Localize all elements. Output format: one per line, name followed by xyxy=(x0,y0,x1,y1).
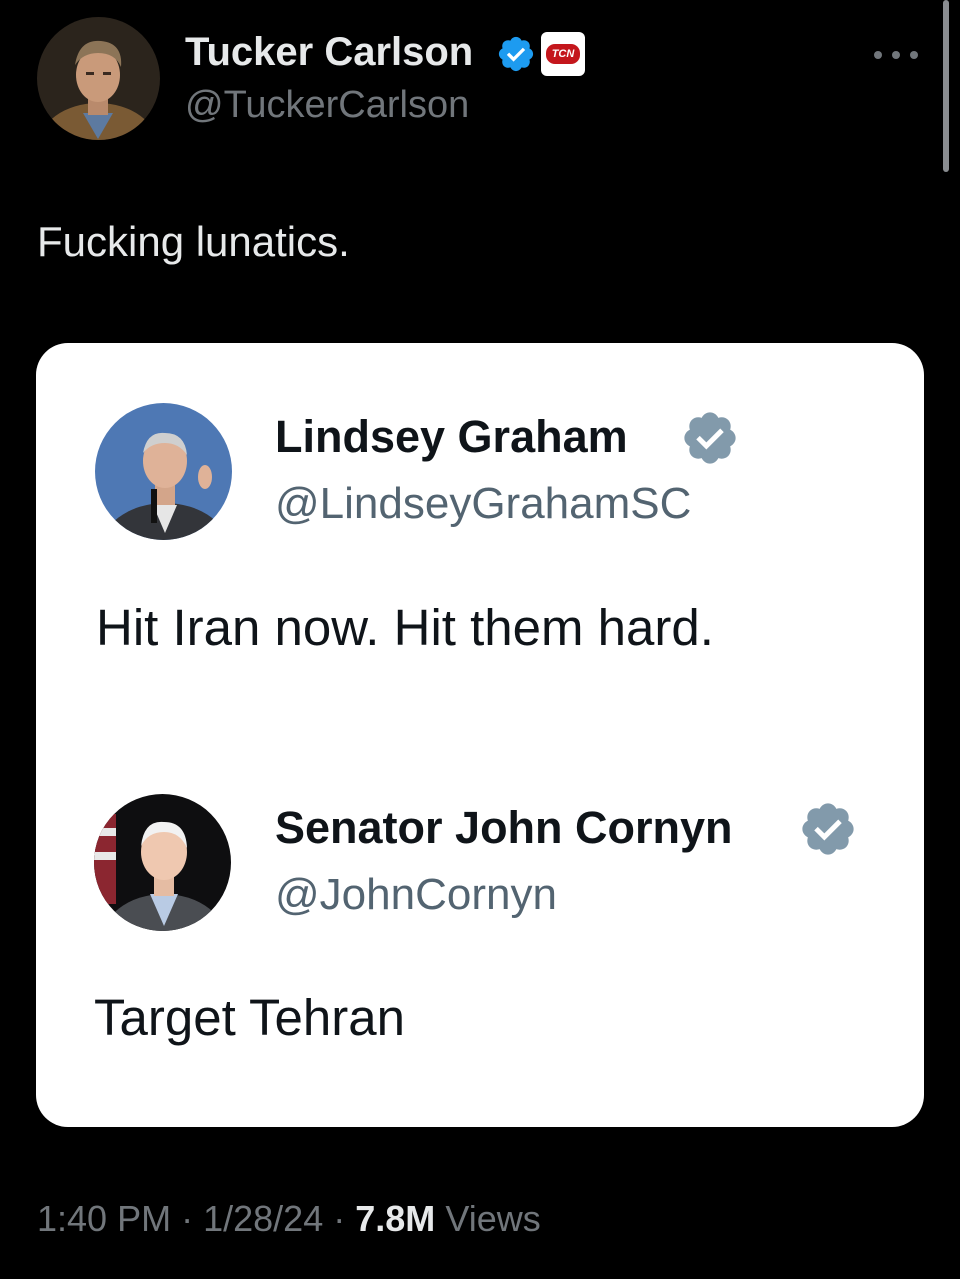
scrollbar[interactable] xyxy=(943,0,949,172)
tweet-text: Fucking lunatics. xyxy=(37,218,350,265)
quoted-handle: @LindseyGrahamSC xyxy=(275,479,692,528)
more-dot-icon xyxy=(892,51,900,59)
separator: · xyxy=(181,1198,194,1239)
tweet-media-image[interactable]: Lindsey Graham @LindseyGrahamSC Hit Iran… xyxy=(36,343,924,1127)
verified-badge-icon xyxy=(684,412,736,464)
views-label[interactable]: Views xyxy=(445,1198,540,1239)
quoted-text: Target Tehran xyxy=(94,989,405,1046)
affiliate-badge-label: TCN xyxy=(546,44,580,64)
quoted-text: Hit Iran now. Hit them hard. xyxy=(96,599,714,656)
author-avatar[interactable] xyxy=(37,17,160,140)
verified-badge-icon xyxy=(802,803,854,855)
tweet-time[interactable]: 1:40 PM xyxy=(37,1198,171,1239)
tweet-meta: 1:40 PM · 1/28/24 · 7.8M Views xyxy=(37,1198,541,1240)
author-name[interactable]: Tucker Carlson xyxy=(185,30,473,75)
quoted-avatar-cornyn xyxy=(94,794,231,931)
verified-badge-icon[interactable] xyxy=(496,34,536,74)
tweet-date[interactable]: 1/28/24 xyxy=(203,1198,323,1239)
more-dot-icon xyxy=(910,51,918,59)
more-options-button[interactable] xyxy=(870,40,922,70)
quoted-handle: @JohnCornyn xyxy=(275,870,557,919)
quoted-name: Lindsey Graham xyxy=(275,411,628,462)
quoted-avatar-graham xyxy=(95,403,232,540)
separator: · xyxy=(333,1198,346,1239)
tweet-page: Tucker Carlson TCN @TuckerCarlson Fuckin… xyxy=(0,0,960,1279)
more-dot-icon xyxy=(874,51,882,59)
views-count[interactable]: 7.8M xyxy=(355,1198,435,1239)
quoted-name: Senator John Cornyn xyxy=(275,802,733,853)
author-handle[interactable]: @TuckerCarlson xyxy=(185,84,469,127)
affiliate-badge[interactable]: TCN xyxy=(541,32,585,76)
